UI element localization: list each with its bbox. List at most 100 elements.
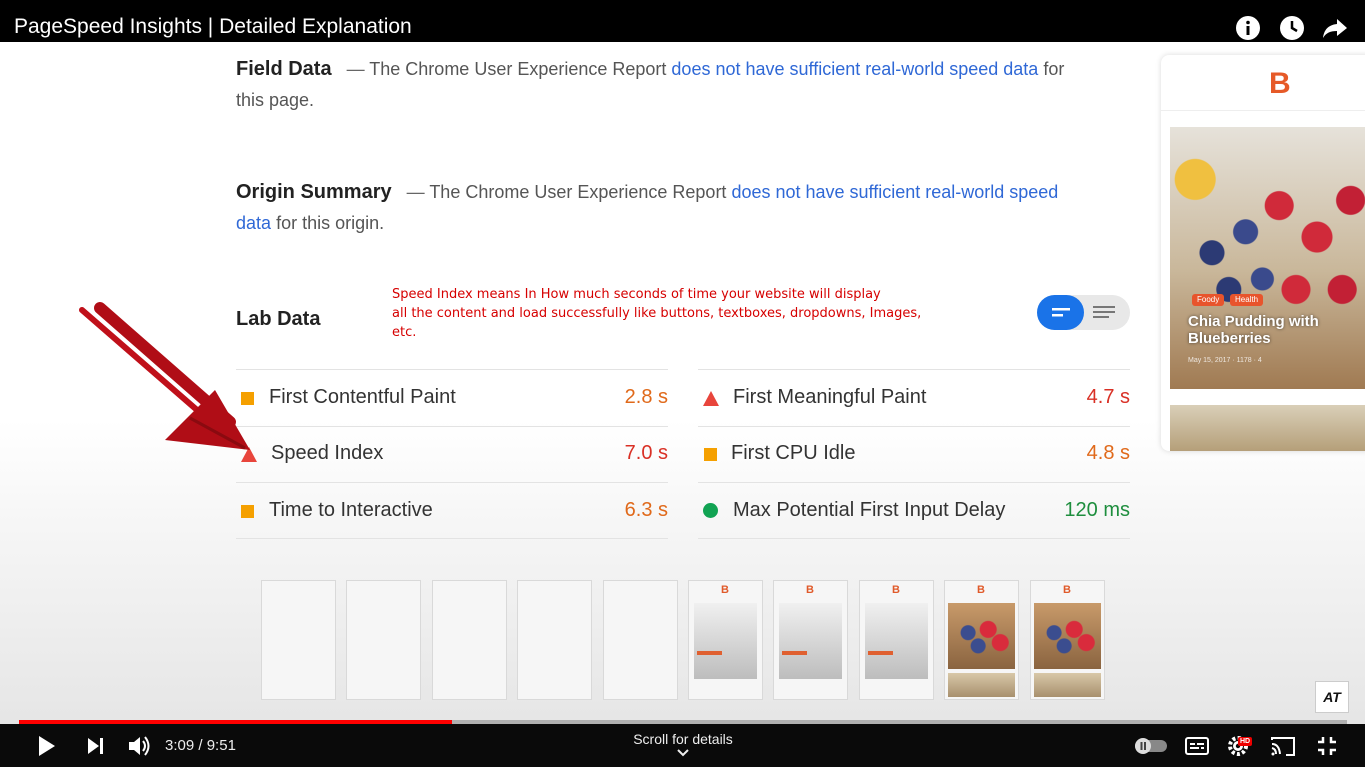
frame-tag xyxy=(868,651,893,655)
video-title-bar: PageSpeed Insights | Detailed Explanatio… xyxy=(0,0,1365,42)
list-view-icon[interactable] xyxy=(1087,295,1130,330)
chevron-down-icon xyxy=(677,749,689,757)
article-photo xyxy=(1170,127,1365,389)
field-data-text-after: for xyxy=(1043,59,1065,79)
share-icon[interactable] xyxy=(1322,15,1348,41)
metric-first-contentful-paint-value: 2.8 s xyxy=(624,386,668,408)
divider xyxy=(236,538,668,539)
filmstrip-frame xyxy=(432,580,507,700)
frame-logo: B xyxy=(721,584,729,596)
article-title-line: Blueberries xyxy=(1188,330,1271,347)
article-tag: Health xyxy=(1230,294,1264,306)
subtitles-icon[interactable] xyxy=(1185,724,1209,767)
origin-summary-line1: Origin Summary — The Chrome User Experie… xyxy=(236,181,1058,204)
metric-first-meaningful-paint-value: 4.7 s xyxy=(1086,386,1130,408)
field-data-link[interactable]: does not have sufficient real-world spee… xyxy=(671,59,1038,79)
watch-later-icon[interactable] xyxy=(1279,15,1305,41)
metric-time-to-interactive-label: Time to Interactive xyxy=(269,499,433,521)
page-preview-card: B Foody Health Chia Pudding with Blueber… xyxy=(1161,55,1365,451)
metric-first-cpu-idle-value: 4.8 s xyxy=(1086,442,1130,464)
cast-icon[interactable] xyxy=(1270,724,1296,767)
average-square-icon xyxy=(704,448,717,461)
metric-first-meaningful-paint-label: First Meaningful Paint xyxy=(733,386,927,408)
field-data-line1: Field Data — The Chrome User Experience … xyxy=(236,58,1064,81)
filmstrip-frame: B xyxy=(859,580,934,700)
article-tag: Foody xyxy=(1192,294,1225,306)
field-data-dash: — xyxy=(346,59,365,79)
scroll-hint-label: Scroll for details xyxy=(633,731,733,747)
metric-first-cpu-idle-label: First CPU Idle xyxy=(731,442,856,464)
filmstrip-frame xyxy=(261,580,336,700)
metric-speed-index-label: Speed Index xyxy=(271,442,384,464)
field-data-text: The Chrome User Experience Report xyxy=(369,59,667,79)
summary-view-icon xyxy=(1052,308,1070,317)
divider xyxy=(698,426,1130,427)
play-icon[interactable] xyxy=(36,724,58,767)
exit-fullscreen-icon[interactable] xyxy=(1316,724,1338,767)
divider xyxy=(236,482,668,483)
next-icon[interactable] xyxy=(86,724,106,767)
frame-logo: B xyxy=(1063,584,1071,596)
current-time: 3:09 xyxy=(165,737,195,754)
filmstrip-frame xyxy=(517,580,592,700)
metric-max-potential-fid-value: 120 ms xyxy=(1064,499,1130,521)
speed-index-annotation: Speed Index means In How much seconds of… xyxy=(392,285,921,342)
origin-summary-text-after: for this origin. xyxy=(276,213,385,233)
divider xyxy=(698,369,1130,370)
frame-placeholder xyxy=(865,603,928,679)
average-square-icon xyxy=(241,505,254,518)
origin-summary-link-cont[interactable]: data xyxy=(236,213,271,233)
article-meta: May 15, 2017 · 1178 · 4 xyxy=(1188,357,1262,364)
frame-logo: B xyxy=(892,584,900,596)
autoplay-toggle-icon[interactable] xyxy=(1133,724,1169,767)
article-title: Chia Pudding with Blueberries xyxy=(1188,313,1319,347)
metric-max-potential-fid-label: Max Potential First Input Delay xyxy=(733,499,1006,521)
origin-summary-dash: — xyxy=(406,182,425,202)
video-title[interactable]: PageSpeed Insights | Detailed Explanatio… xyxy=(14,15,412,39)
origin-summary-heading: Origin Summary xyxy=(236,181,392,203)
divider xyxy=(236,369,668,370)
frame-photo xyxy=(948,603,1015,669)
filmstrip-frame: B xyxy=(944,580,1019,700)
site-logo: B xyxy=(1269,67,1291,100)
filmstrip-frame: B xyxy=(773,580,848,700)
info-icon[interactable] xyxy=(1235,15,1261,41)
metric-time-to-interactive-value: 6.3 s xyxy=(624,499,668,521)
field-data-heading: Field Data xyxy=(236,58,332,80)
red-arrow-annotation-icon xyxy=(79,302,250,450)
metric-first-contentful-paint-label: First Contentful Paint xyxy=(269,386,456,408)
origin-summary-text: The Chrome User Experience Report xyxy=(429,182,727,202)
volume-icon[interactable] xyxy=(127,724,151,767)
frame-placeholder xyxy=(779,603,842,679)
frame-placeholder xyxy=(694,603,757,679)
view-toggle[interactable] xyxy=(1037,295,1130,330)
video-frame[interactable]: Field Data — The Chrome User Experience … xyxy=(0,0,1365,767)
origin-summary-line2: data for this origin. xyxy=(236,213,384,234)
time-display: 3:09 / 9:51 xyxy=(165,737,236,754)
channel-watermark[interactable]: AT xyxy=(1315,681,1349,713)
annotation-line: etc. xyxy=(392,325,417,340)
filmstrip-frame xyxy=(346,580,421,700)
annotation-line: Speed Index means In How much seconds of… xyxy=(392,287,881,302)
summary-view-button[interactable] xyxy=(1037,295,1084,330)
divider xyxy=(236,426,668,427)
divider xyxy=(1161,110,1365,111)
hd-badge: HD xyxy=(1238,737,1253,746)
frame-tag xyxy=(782,651,807,655)
fast-circle-icon xyxy=(703,503,718,518)
player-controls: 3:09 / 9:51 Scroll for details HD xyxy=(0,724,1365,767)
slow-triangle-icon xyxy=(703,391,719,406)
frame-logo: B xyxy=(977,584,985,596)
scroll-for-details-button[interactable]: Scroll for details xyxy=(600,731,766,757)
field-data-line2: this page. xyxy=(236,90,315,110)
frame-tag xyxy=(697,651,722,655)
metric-speed-index-value: 7.0 s xyxy=(624,442,668,464)
filmstrip-frame: B xyxy=(688,580,763,700)
filmstrip-frame xyxy=(603,580,678,700)
frame-photo xyxy=(1034,603,1101,669)
frame-photo xyxy=(948,673,1015,697)
divider xyxy=(698,482,1130,483)
article-photo xyxy=(1170,405,1365,451)
origin-summary-link[interactable]: does not have sufficient real-world spee… xyxy=(731,182,1058,202)
total-time: 9:51 xyxy=(206,737,236,754)
